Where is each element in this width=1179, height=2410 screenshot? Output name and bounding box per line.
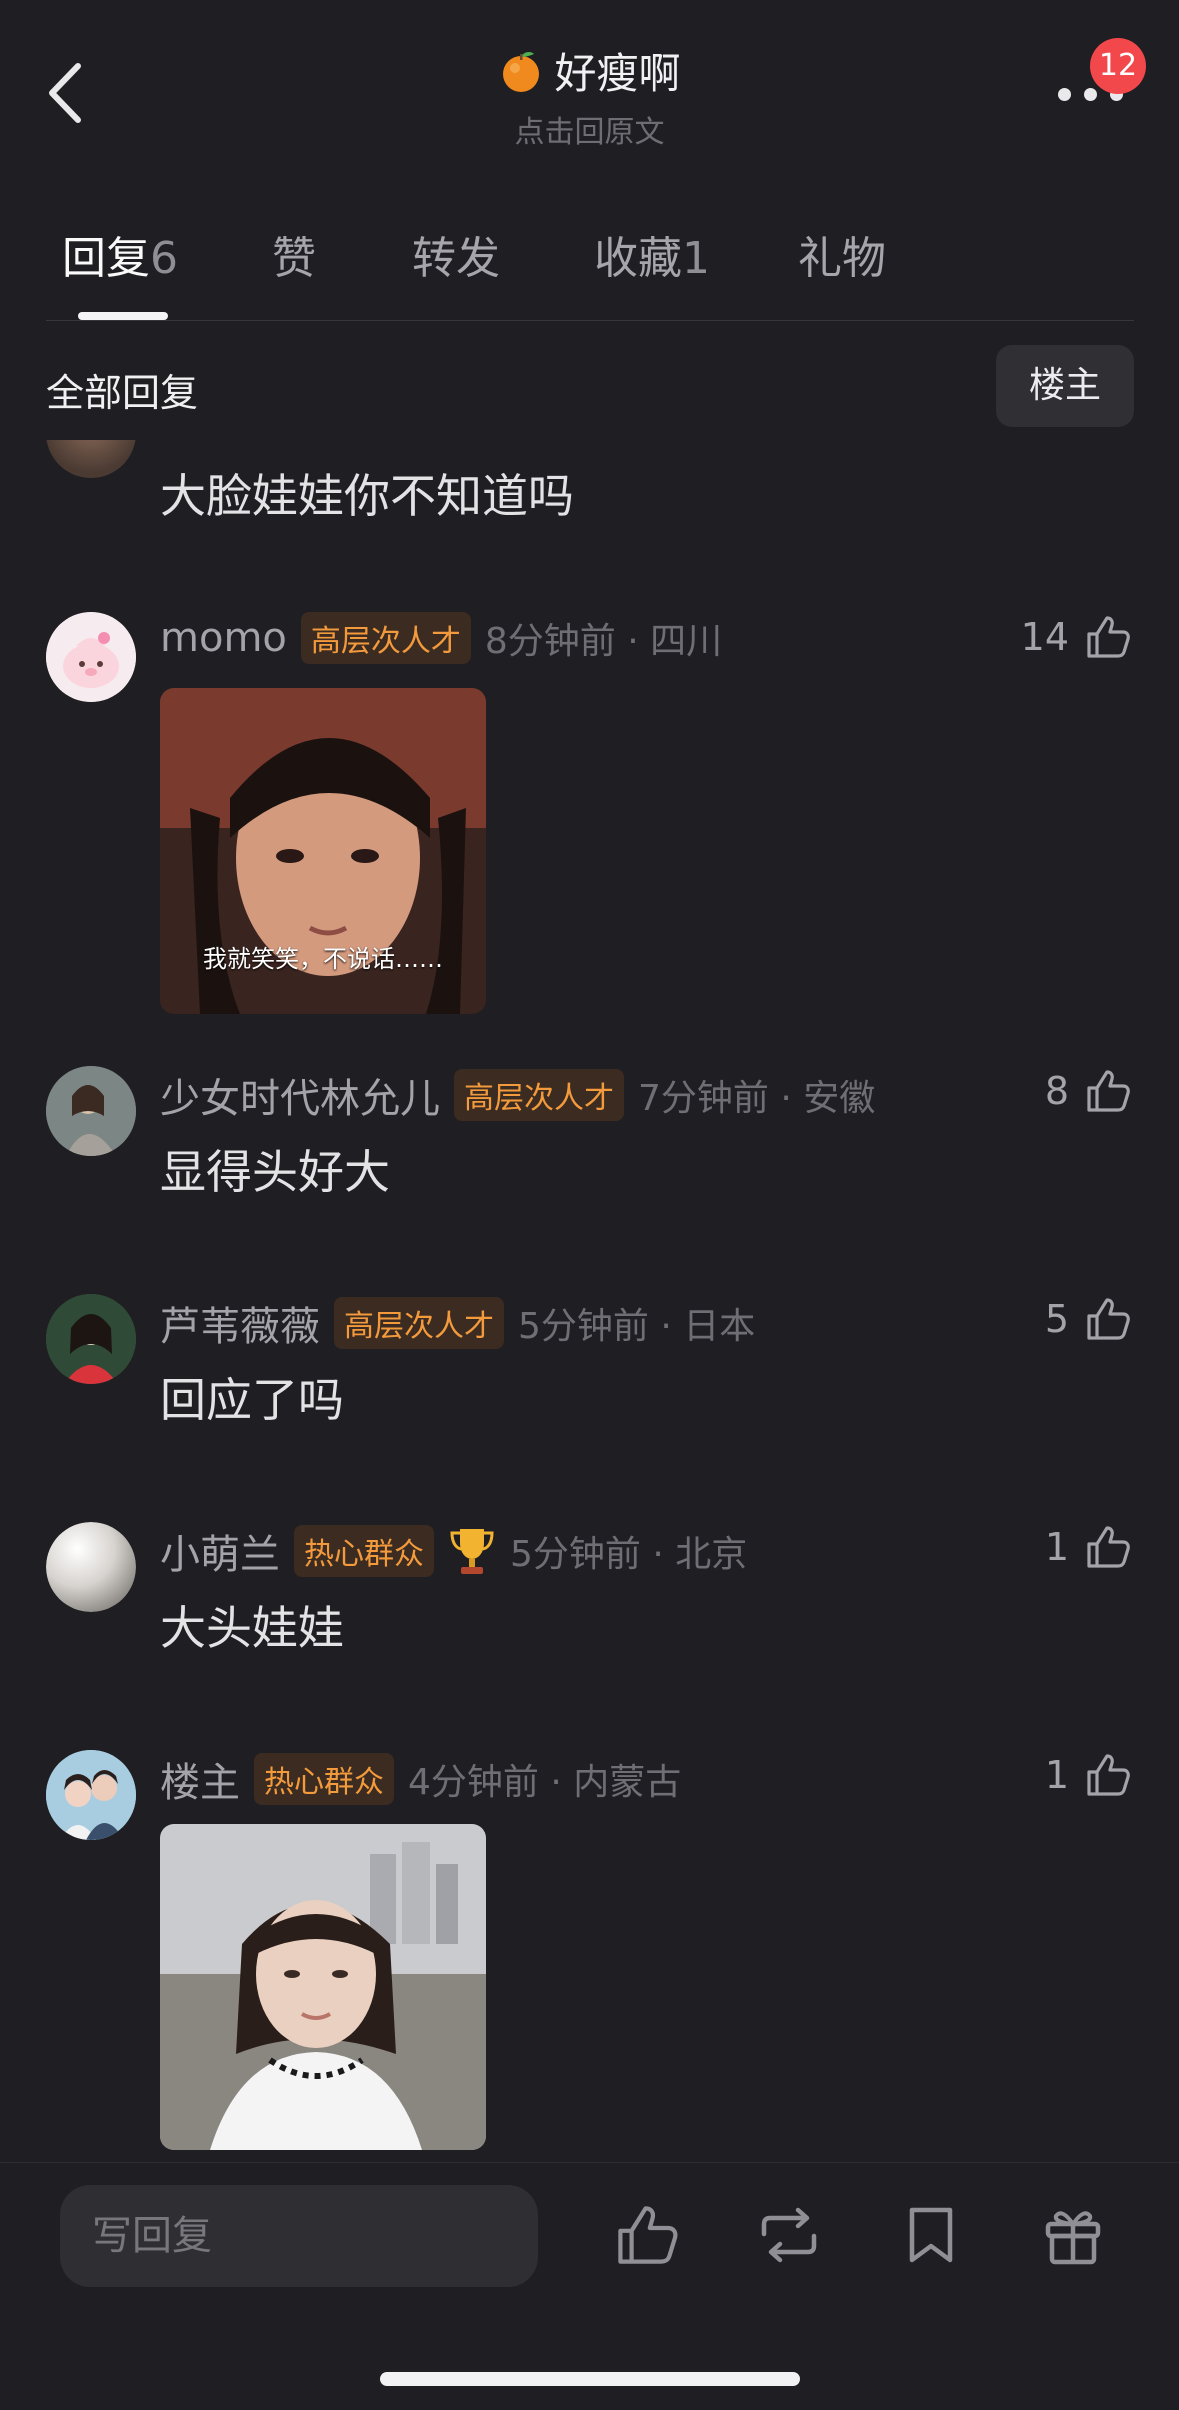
comment-time: 8分钟前 · 四川 (484, 621, 723, 662)
tab-reposts[interactable]: 转发 (412, 222, 500, 286)
photo-avatar (46, 1750, 136, 1840)
like-button[interactable]: 14 (1021, 612, 1133, 662)
username[interactable]: 少女时代林允儿 (160, 1066, 440, 1124)
tab-likes[interactable]: 赞 (272, 222, 316, 286)
like-button[interactable]: 1 (1045, 1750, 1133, 1800)
user-tag: 高层次人才 (454, 1069, 624, 1121)
like-count: 8 (1044, 1069, 1069, 1113)
username[interactable]: 芦苇薇薇 (160, 1294, 320, 1352)
post-title-area[interactable]: 好瘦啊 点击回原文 (0, 40, 1179, 151)
notification-badge: 12 (1090, 38, 1146, 94)
thumbs-up-icon (1087, 616, 1130, 658)
user-tag: 热心群众 (254, 1753, 394, 1805)
like-post-button[interactable] (612, 2200, 682, 2270)
op-only-button[interactable]: 楼主 (996, 345, 1134, 427)
comment-time: 7分钟前 · 安徽 (638, 1078, 876, 1119)
back-to-original-link[interactable]: 点击回原文 (0, 107, 1179, 151)
bookmark-button[interactable] (896, 2200, 966, 2270)
like-icon (618, 2206, 678, 2264)
comment-meta: 小萌兰 热心群众 5分钟前 · 北京 (160, 1522, 747, 1580)
avatar[interactable] (46, 1522, 136, 1612)
post-title: 好瘦啊 (554, 49, 681, 98)
comment-list[interactable]: 大脸娃娃你不知道吗 momo 高层次人才 8分钟前 · 四川 14 我就笑笑，不… (0, 440, 1179, 2162)
thumbs-up-icon (1087, 1070, 1130, 1112)
photo-girl-rooftop (160, 1824, 486, 2150)
comment-text: 回应了吗 (160, 1373, 344, 1427)
orange-emoji-icon (503, 51, 540, 92)
gift-button[interactable] (1038, 2200, 1108, 2270)
all-replies-label: 全部回复 (46, 371, 199, 415)
comment-image[interactable] (160, 1824, 486, 2150)
like-count: 5 (1044, 1297, 1069, 1341)
like-count: 1 (1044, 1753, 1069, 1797)
image-caption: 我就笑笑，不说话…… (203, 945, 443, 973)
gift-icon (1045, 2211, 1101, 2265)
trophy-icon (450, 1529, 494, 1574)
thumbs-up-icon (1087, 1526, 1130, 1568)
tab-gifts[interactable]: 礼物 (798, 222, 886, 286)
like-count: 1 (1044, 1525, 1069, 1569)
avatar[interactable] (46, 440, 136, 478)
comment-meta: 少女时代林允儿 高层次人才 7分钟前 · 安徽 (160, 1066, 875, 1124)
bookmark-icon (909, 2207, 953, 2263)
comment-image[interactable]: 我就笑笑，不说话…… (160, 688, 486, 1014)
user-tag: 高层次人才 (334, 1297, 504, 1349)
comment-meta: momo 高层次人才 8分钟前 · 四川 (160, 612, 722, 664)
avatar[interactable] (46, 1294, 136, 1384)
tab-favorites[interactable]: 收藏1 (594, 222, 710, 286)
thumbs-up-icon (1087, 1754, 1130, 1796)
pink-cartoon-avatar (46, 612, 136, 702)
avatar[interactable] (46, 1750, 136, 1840)
comment-text: 大头娃娃 (160, 1601, 344, 1655)
photo-avatar (46, 1294, 136, 1384)
active-tab-indicator (78, 312, 168, 320)
thumbs-up-icon (1087, 1298, 1130, 1340)
user-tag: 高层次人才 (300, 612, 471, 664)
avatar[interactable] (46, 1066, 136, 1156)
comment-time: 5分钟前 · 日本 (518, 1306, 756, 1347)
comment-meta: 楼主 热心群众 4分钟前 · 内蒙古 (160, 1750, 681, 1808)
comment-meta: 芦苇薇薇 高层次人才 5分钟前 · 日本 (160, 1294, 755, 1352)
username[interactable]: 小萌兰 (160, 1522, 280, 1580)
reply-input[interactable]: 写回复 (60, 2185, 538, 2287)
pearl-avatar (46, 1522, 136, 1612)
username[interactable]: 楼主 (160, 1750, 240, 1808)
home-indicator[interactable] (380, 2372, 800, 2386)
like-count: 14 (1020, 615, 1069, 659)
comment-time: 5分钟前 · 北京 (510, 1534, 748, 1575)
user-tag: 热心群众 (294, 1525, 434, 1577)
photo-avatar (46, 1066, 136, 1156)
comment-time: 4分钟前 · 内蒙古 (408, 1762, 682, 1803)
like-button[interactable]: 8 (1045, 1066, 1133, 1116)
comment-text: 显得头好大 (160, 1145, 390, 1199)
tab-replies[interactable]: 回复6 (62, 222, 178, 286)
comment-text: 大脸娃娃你不知道吗 (160, 469, 574, 523)
repost-icon (761, 2207, 817, 2263)
avatar[interactable] (46, 612, 136, 702)
like-button[interactable]: 1 (1045, 1522, 1133, 1572)
like-button[interactable]: 5 (1045, 1294, 1133, 1344)
username[interactable]: momo (160, 615, 287, 661)
divider (46, 320, 1134, 321)
repost-button[interactable] (754, 2200, 824, 2270)
